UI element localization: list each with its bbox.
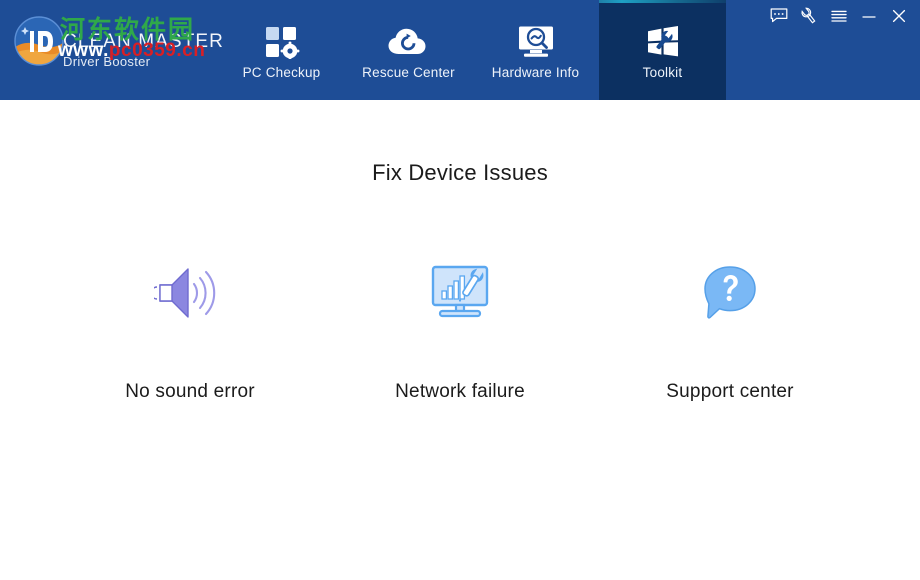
feature-support-center[interactable]: Support center <box>600 255 860 403</box>
brand-title: CLEAN MASTER <box>63 31 225 52</box>
feature-list: No sound error Network failure Support c… <box>60 255 860 403</box>
brand-logo-area: CLEAN MASTER Driver Booster <box>8 10 223 80</box>
tab-pc-checkup[interactable]: PC Checkup <box>218 0 345 100</box>
speech-bubble-icon <box>770 8 788 28</box>
menu-button[interactable] <box>824 4 854 32</box>
minimize-icon <box>861 9 877 28</box>
tab-label: Rescue Center <box>362 64 455 80</box>
feature-network-failure[interactable]: Network failure <box>330 255 590 403</box>
monitor-magnifier-icon <box>517 21 555 63</box>
tab-rescue-center[interactable]: Rescue Center <box>345 0 472 100</box>
feature-label: No sound error <box>125 381 255 402</box>
driver-booster-window: CLEAN MASTER Driver Booster 河东软件园 www.pc… <box>0 0 920 580</box>
title-bar: CLEAN MASTER Driver Booster 河东软件园 www.pc… <box>0 0 920 100</box>
monitor-chart-wrench-icon <box>427 255 493 331</box>
tab-label: Toolkit <box>642 64 683 80</box>
speaker-sound-icon <box>154 255 226 331</box>
tab-label: PC Checkup <box>242 64 321 80</box>
brand-subtitle: Driver Booster <box>63 54 151 69</box>
brand-text: CLEAN MASTER Driver Booster <box>63 32 223 71</box>
hamburger-menu-icon <box>830 9 848 28</box>
tools-button[interactable] <box>794 4 824 32</box>
close-icon <box>891 8 907 29</box>
windows-wrench-icon <box>645 21 681 63</box>
page-title: Fix Device Issues <box>372 160 548 185</box>
content-area: Fix Device Issues No sound error Network… <box>0 100 920 580</box>
close-button[interactable] <box>884 4 914 32</box>
minimize-button[interactable] <box>854 4 884 32</box>
feature-no-sound-error[interactable]: No sound error <box>60 255 320 403</box>
main-navigation: PC Checkup Rescue Center Hardware Info T… <box>218 0 726 100</box>
tab-toolkit[interactable]: Toolkit <box>599 0 726 100</box>
wrench-icon <box>800 7 818 30</box>
feedback-button[interactable] <box>764 4 794 32</box>
tab-hardware-info[interactable]: Hardware Info <box>472 0 599 100</box>
driver-booster-logo-icon <box>12 14 66 68</box>
feature-label: Support center <box>666 381 794 402</box>
squares-gear-icon <box>264 21 300 63</box>
feature-label: Network failure <box>395 381 525 402</box>
cloud-refresh-icon <box>387 21 431 63</box>
question-bubble-icon <box>699 255 761 331</box>
window-controls <box>764 4 914 32</box>
tab-label: Hardware Info <box>491 64 580 80</box>
